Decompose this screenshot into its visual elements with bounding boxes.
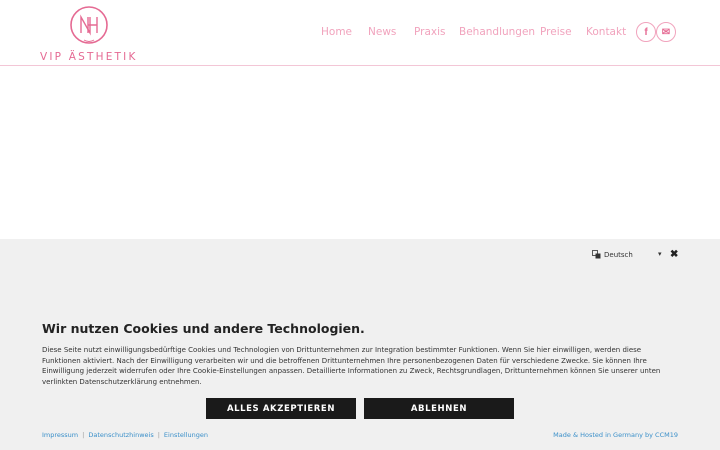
site-logo[interactable]: VIP ÄSTHETIK: [40, 4, 140, 63]
impressum-link[interactable]: Impressum: [42, 431, 78, 439]
translate-icon: [592, 250, 601, 259]
nav-item-behandlungen[interactable]: Behandlungen: [459, 26, 535, 38]
language-label: Deutsch: [604, 250, 633, 259]
nav-item-praxis[interactable]: Praxis: [414, 26, 446, 38]
cookie-title: Wir nutzen Cookies und andere Technologi…: [42, 321, 365, 336]
close-icon[interactable]: ✖: [670, 249, 678, 260]
cookie-footer-links: Impressum | Datenschutzhinweis | Einstellung…: [42, 431, 208, 439]
divider: |: [157, 431, 160, 439]
decline-button[interactable]: ABLEHNEN: [364, 398, 514, 419]
accept-all-button[interactable]: ALLES AKZEPTIEREN: [206, 398, 356, 419]
mail-icon[interactable]: ✉: [656, 22, 676, 42]
cookie-description: Diese Seite nutzt einwilligungsbedürftig…: [42, 346, 661, 387]
privacy-link[interactable]: Datenschutzhinweis: [88, 431, 153, 439]
language-select[interactable]: Deutsch ▾: [592, 250, 662, 259]
nav-item-home[interactable]: Home: [321, 26, 352, 38]
site-header: VIP ÄSTHETIK Home News Praxis Behandlung…: [0, 0, 720, 66]
nav-item-preise[interactable]: Preise: [540, 26, 572, 38]
made-by-link[interactable]: Made & Hosted in Germany by CCM19: [553, 431, 678, 439]
chevron-down-icon: ▾: [658, 250, 662, 258]
divider: |: [82, 431, 85, 439]
facebook-icon[interactable]: f: [636, 22, 656, 42]
logo-wordmark: VIP ÄSTHETIK: [40, 51, 138, 63]
nav-item-kontakt[interactable]: Kontakt: [586, 26, 626, 38]
nav-item-news[interactable]: News: [368, 26, 396, 38]
settings-link[interactable]: Einstellungen: [164, 431, 208, 439]
hero-area: [0, 67, 720, 240]
logo-monogram-icon: [70, 6, 108, 44]
